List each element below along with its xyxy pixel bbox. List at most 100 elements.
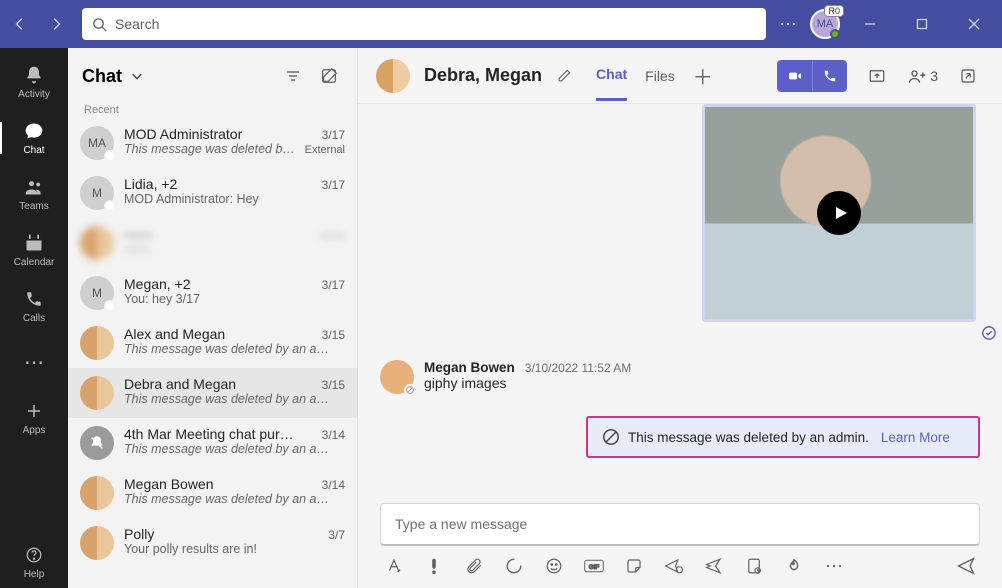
message: Megan Bowen 3/10/2022 11:52 AM giphy ima… (380, 360, 980, 394)
message-timestamp: 3/10/2022 11:52 AM (525, 361, 632, 375)
compose-input[interactable]: Type a new message (380, 503, 980, 546)
emoji-button[interactable] (544, 556, 564, 576)
presence-unknown-icon (404, 384, 416, 396)
rail-teams[interactable]: Teams (0, 168, 68, 220)
tab-chat[interactable]: Chat (596, 50, 627, 101)
chat-list-item[interactable]: Megan Bowen3/14This message was deleted … (68, 468, 357, 518)
current-user-avatar[interactable]: MA R0 (810, 9, 840, 39)
chat-list-item[interactable]: Alex and Megan3/15This message was delet… (68, 318, 357, 368)
rail-calls[interactable]: Calls (0, 280, 68, 332)
chat-item-avatar: M (80, 176, 114, 210)
chat-list-pane: Chat Recent MAMOD Administrator3/17This … (68, 48, 358, 588)
search-box[interactable]: Search (82, 8, 766, 40)
chat-list-item[interactable]: Polly3/7Your polly results are in! (68, 518, 357, 568)
more-apps-button[interactable]: ⋯ (824, 556, 844, 576)
rail-apps[interactable]: Apps (0, 392, 68, 444)
minimize-button[interactable] (848, 1, 892, 47)
edit-name-icon[interactable] (556, 68, 572, 84)
chat-list-item[interactable]: 4th Mar Meeting chat pur…3/14This messag… (68, 418, 357, 468)
stream-button[interactable] (704, 556, 724, 576)
chat-item-preview: This message was deleted by an a… (124, 392, 329, 406)
video-thumbnail[interactable] (702, 104, 976, 322)
popout-button[interactable] (952, 60, 984, 92)
rail-more[interactable]: ⋯ (0, 336, 68, 388)
calendar-icon (23, 232, 45, 254)
viva-button[interactable] (784, 556, 804, 576)
rail-label: Teams (19, 201, 48, 212)
audio-call-button[interactable] (812, 61, 846, 91)
gif-button[interactable]: GIF (584, 556, 604, 576)
conversation-title: Debra, Megan (424, 65, 542, 86)
schedule-send-button[interactable] (664, 556, 684, 576)
message-author: Megan Bowen (424, 360, 515, 375)
rail-chat[interactable]: Chat (0, 112, 68, 164)
chat-list-item[interactable]: MMegan, +23/17You: hey 3/17 (68, 268, 357, 318)
back-button[interactable] (6, 10, 34, 38)
close-button[interactable] (952, 1, 996, 47)
deleted-banner-text: This message was deleted by an admin. (628, 430, 869, 445)
chat-list-item[interactable]: Debra and Megan3/15This message was dele… (68, 368, 357, 418)
chat-item-date: —— (321, 228, 345, 242)
share-screen-button[interactable] (861, 60, 893, 92)
chat-item-date: 3/15 (322, 378, 345, 392)
more-menu[interactable]: ⋯ (774, 14, 802, 35)
learn-more-link[interactable]: Learn More (881, 430, 950, 445)
bell-icon (23, 64, 45, 86)
add-tab-button[interactable]: ＋ (693, 61, 713, 90)
chat-item-preview: You: hey 3/17 (124, 292, 200, 306)
chat-item-date: 3/17 (322, 128, 345, 142)
blocked-icon (602, 428, 620, 446)
chat-item-date: 3/17 (322, 278, 345, 292)
chat-list-header: Chat (68, 48, 357, 104)
search-placeholder: Search (115, 16, 159, 32)
chat-list-item[interactable]: —————— (68, 218, 357, 268)
chevron-down-icon[interactable] (130, 69, 144, 83)
search-icon (92, 17, 107, 32)
chat-list: MAMOD Administrator3/17This message was … (68, 118, 357, 568)
chat-item-preview: This message was deleted by an a… (124, 342, 329, 356)
chat-item-avatar (80, 426, 114, 460)
priority-button[interactable] (424, 556, 444, 576)
chat-item-avatar (80, 326, 114, 360)
chat-item-preview: MOD Administrator: Hey (124, 192, 259, 206)
chat-item-preview: This message was deleted by … (124, 142, 299, 156)
chat-item-avatar: M (80, 276, 114, 310)
rail-label: Calendar (14, 257, 55, 268)
conversation-pane: Debra, Megan Chat Files ＋ 3 (358, 48, 1002, 588)
play-icon (817, 191, 861, 235)
video-call-button[interactable] (778, 61, 812, 91)
conversation-body[interactable]: Megan Bowen 3/10/2022 11:52 AM giphy ima… (358, 104, 1002, 489)
chat-icon (23, 120, 45, 142)
approvals-button[interactable] (744, 556, 764, 576)
tab-files[interactable]: Files (645, 52, 675, 100)
chat-list-item[interactable]: MAMOD Administrator3/17This message was … (68, 118, 357, 168)
chat-list-title: Chat (82, 66, 122, 87)
send-button[interactable] (956, 556, 976, 576)
section-recent: Recent (68, 104, 357, 118)
participants-button[interactable]: 3 (907, 66, 938, 86)
loop-button[interactable] (504, 556, 524, 576)
message-text: giphy images (424, 375, 631, 391)
rail-help[interactable]: Help (0, 536, 68, 588)
rail-activity[interactable]: Activity (0, 56, 68, 108)
maximize-button[interactable] (900, 1, 944, 47)
chat-item-date: 3/7 (328, 528, 345, 542)
sticker-button[interactable] (624, 556, 644, 576)
participants-count: 3 (930, 68, 938, 84)
rail-calendar[interactable]: Calendar (0, 224, 68, 276)
chat-item-title: MOD Administrator (124, 126, 242, 142)
forward-button[interactable] (42, 10, 70, 38)
format-button[interactable] (384, 556, 404, 576)
call-button-group (777, 60, 847, 92)
attach-button[interactable] (464, 556, 484, 576)
chat-item-date: 3/15 (322, 328, 345, 342)
title-bar: Search ⋯ MA R0 (0, 0, 1002, 48)
chat-item-date: 3/17 (322, 178, 345, 192)
chat-list-item[interactable]: MLidia, +23/17MOD Administrator: Hey (68, 168, 357, 218)
new-chat-button[interactable] (315, 62, 343, 90)
group-avatar (376, 59, 410, 93)
filter-button[interactable] (279, 62, 307, 90)
rail-label: Chat (23, 145, 44, 156)
chat-item-preview: —— (124, 242, 149, 256)
chat-item-title: Megan Bowen (124, 476, 214, 492)
